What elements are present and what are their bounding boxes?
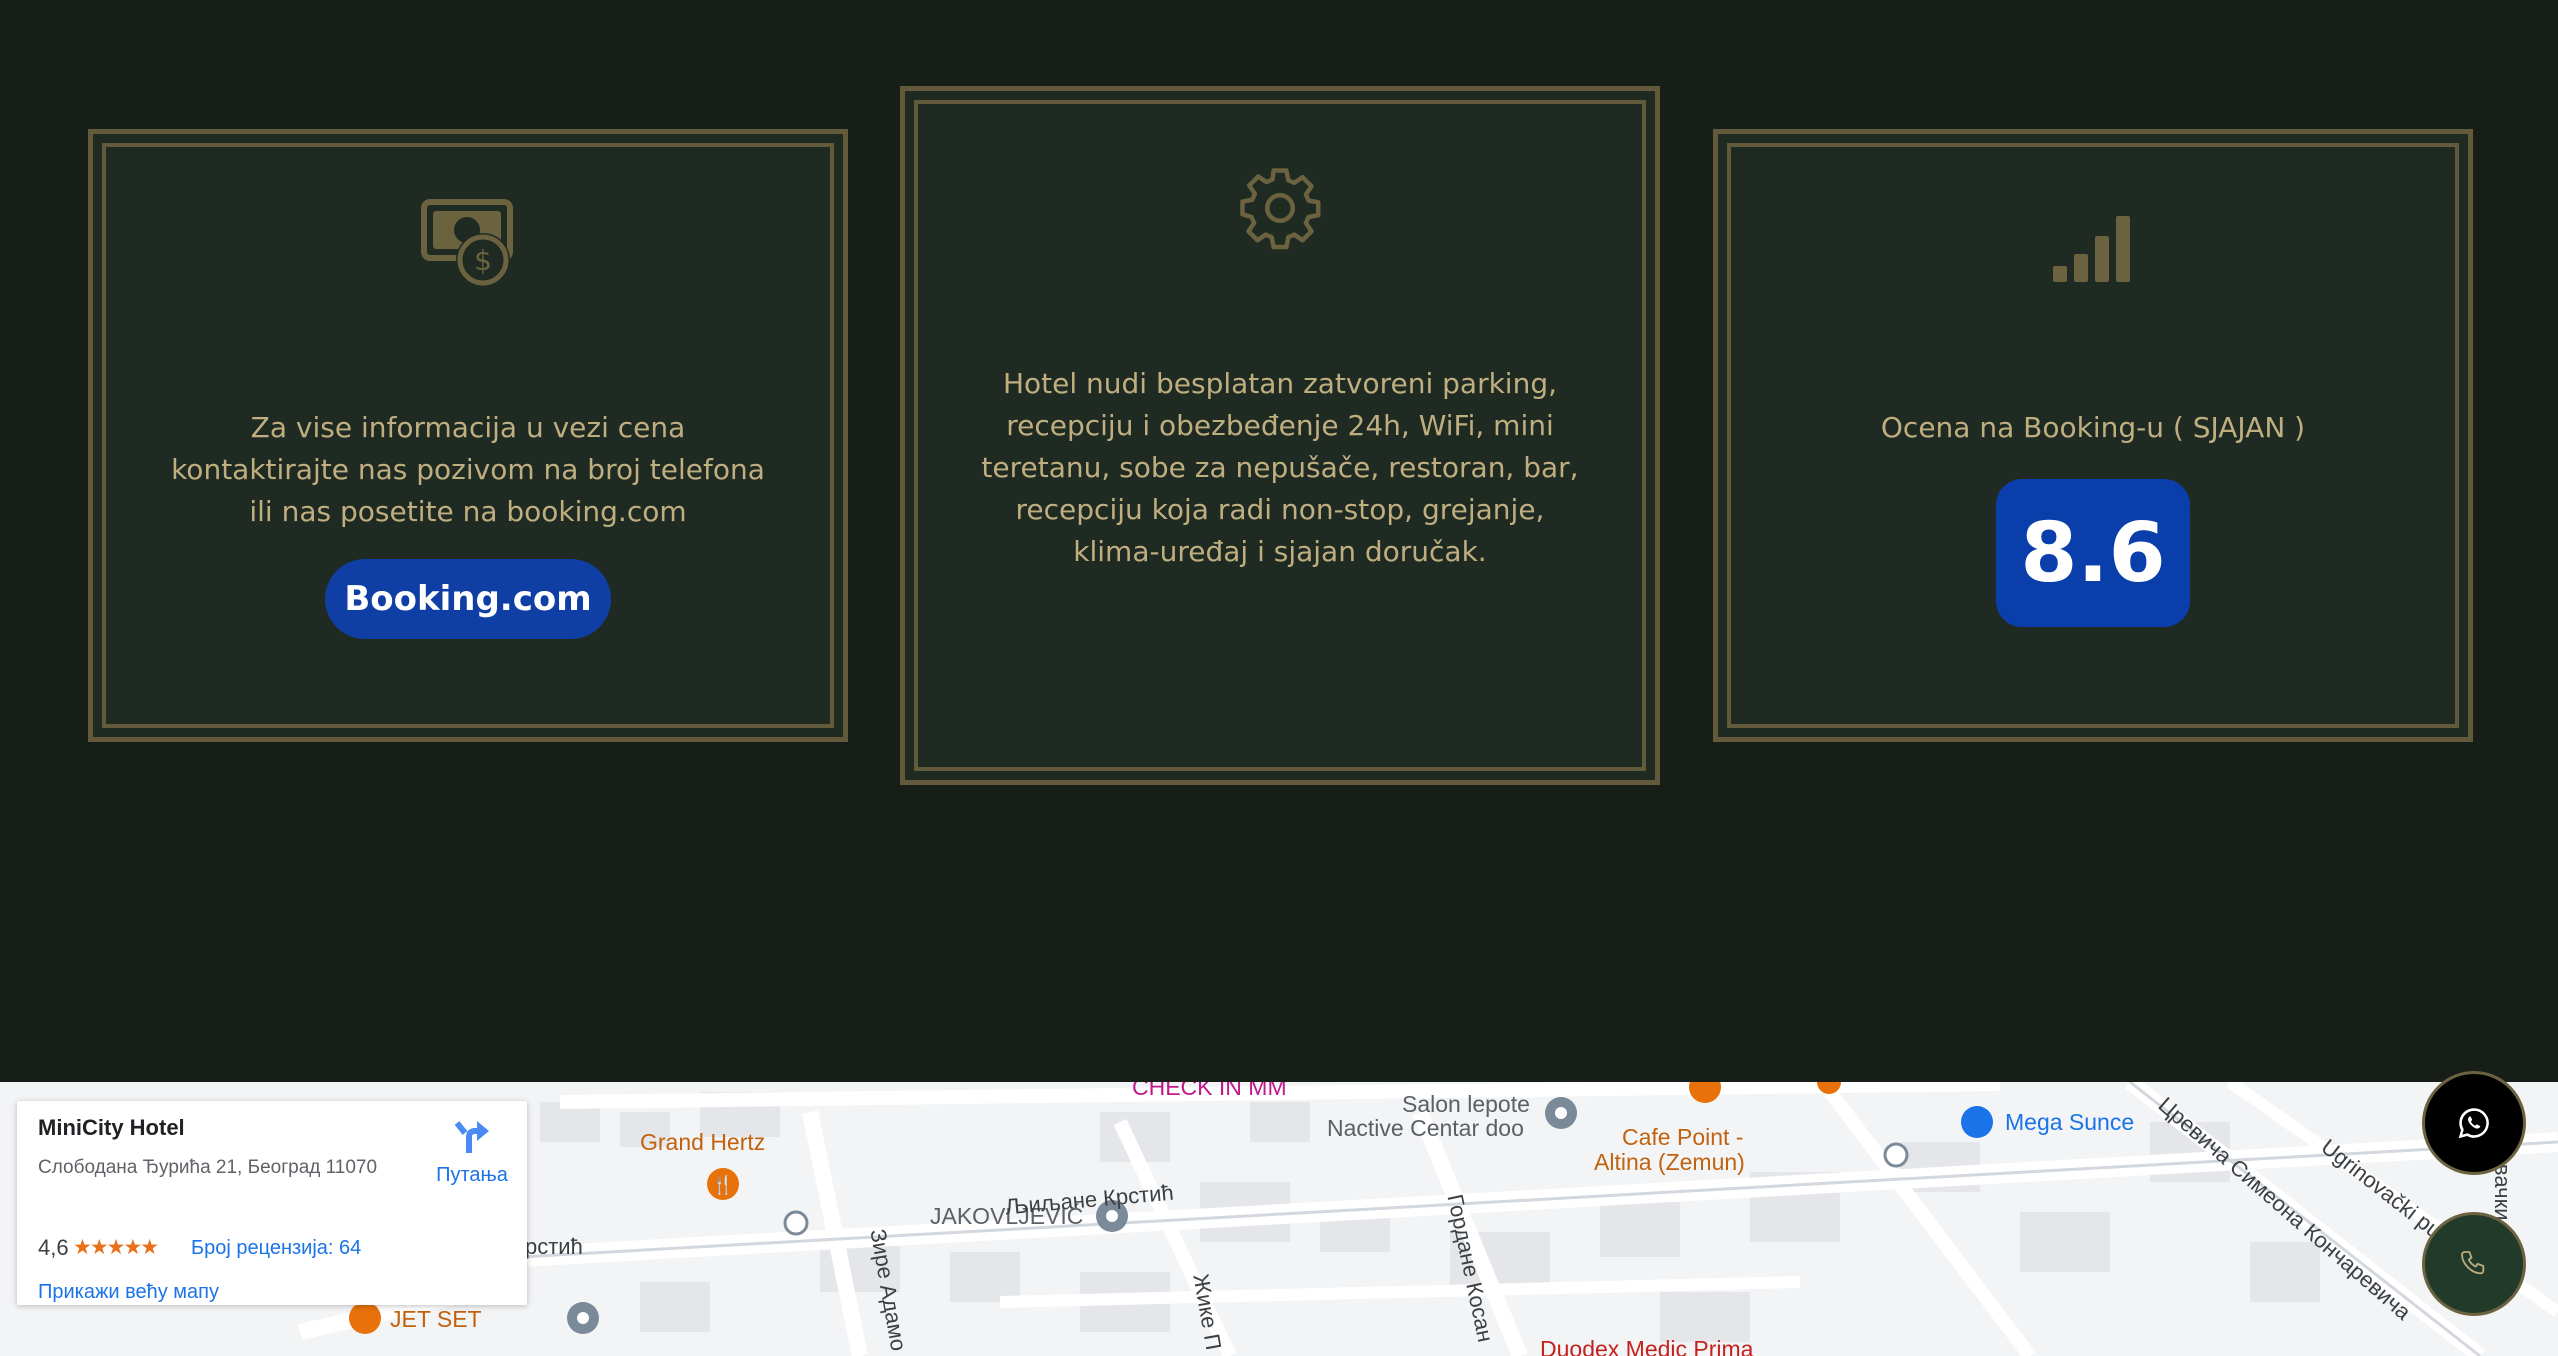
directions-button[interactable]: Путања — [417, 1119, 527, 1187]
map-label-salon[interactable]: Salon lepote — [1402, 1091, 1530, 1118]
prices-card: $ Za vise informacija u vezi cena kontak… — [88, 129, 848, 742]
phone-button[interactable] — [2422, 1212, 2526, 1316]
whatsapp-icon — [2458, 1108, 2489, 1139]
map-label-jet-set[interactable]: JET SET — [390, 1306, 482, 1333]
map-label-grand-hertz[interactable]: Grand Hertz — [640, 1129, 765, 1156]
map-label-cafe[interactable]: Cafe Point - — [1622, 1124, 1743, 1151]
larger-map-link[interactable]: Прикажи већу мапу — [38, 1281, 219, 1304]
directions-icon — [454, 1121, 489, 1153]
map-street-krstic: рстић — [525, 1234, 583, 1259]
phone-icon — [2461, 1251, 2485, 1275]
info-section: $ Za vise informacija u vezi cena kontak… — [0, 0, 2558, 1082]
map-label-cafe-2[interactable]: Altina (Zemun) — [1594, 1149, 1745, 1176]
signal-bars-icon — [2053, 216, 2130, 282]
rating-text: Ocena na Booking-u ( SJAJAN ) — [1880, 411, 2306, 444]
place-stars: ★★★★★ — [73, 1236, 159, 1259]
whatsapp-button[interactable] — [2422, 1071, 2526, 1175]
map-place-card: MiniCity Hotel Слободана Ђурића 21, Беог… — [17, 1101, 527, 1305]
rating-card: Ocena na Booking-u ( SJAJAN ) 8.6 — [1713, 129, 2473, 742]
amenities-text: Hotel nudi besplatan zatvoreni parking, … — [981, 367, 1579, 568]
gear-icon — [1240, 168, 1321, 250]
booking-score-badge: 8.6 — [1996, 479, 2190, 627]
map-label-duodex[interactable]: Duodex Medic Prima — [1540, 1336, 1753, 1356]
directions-label: Путања — [436, 1164, 508, 1186]
map-label-check-in[interactable]: CHECK IN MM — [1132, 1082, 1287, 1101]
map-label-salon-2[interactable]: Nactive Centar doo — [1327, 1115, 1524, 1142]
place-rating: 4,6 — [38, 1235, 69, 1260]
money-dollar-icon: $ — [421, 199, 513, 287]
reviews-link[interactable]: Број рецензија: 64 — [191, 1237, 361, 1260]
svg-text:🍴: 🍴 — [712, 1174, 734, 1196]
place-name: MiniCity Hotel — [38, 1115, 185, 1140]
amenities-card: Hotel nudi besplatan zatvoreni parking, … — [900, 86, 1660, 785]
prices-text: Za vise informacija u vezi cena kontakti… — [171, 411, 765, 528]
svg-text:$: $ — [474, 244, 492, 277]
place-address: Слободана Ђурића 21, Београд 11070 — [38, 1157, 378, 1178]
booking-button[interactable]: Booking.com — [325, 559, 611, 639]
map-label-mega-sunce[interactable]: Mega Sunce — [2005, 1109, 2134, 1136]
